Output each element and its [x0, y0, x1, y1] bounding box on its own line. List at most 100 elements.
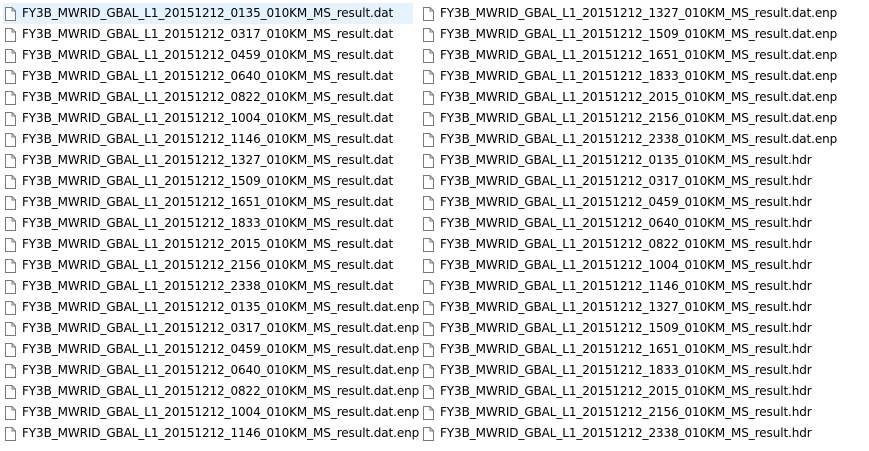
- file-name: FY3B_MWRID_GBAL_L1_20151212_1004_010KM_M…: [440, 258, 812, 272]
- file-item[interactable]: FY3B_MWRID_GBAL_L1_20151212_1833_010KM_M…: [421, 360, 821, 381]
- file-item[interactable]: FY3B_MWRID_GBAL_L1_20151212_1004_010KM_M…: [3, 402, 419, 423]
- generic-file-icon: [423, 384, 434, 399]
- file-list-view[interactable]: FY3B_MWRID_GBAL_L1_20151212_0135_010KM_M…: [0, 0, 869, 451]
- file-name: FY3B_MWRID_GBAL_L1_20151212_2156_010KM_M…: [440, 111, 838, 125]
- file-item[interactable]: FY3B_MWRID_GBAL_L1_20151212_0317_010KM_M…: [3, 24, 413, 45]
- file-item[interactable]: FY3B_MWRID_GBAL_L1_20151212_1509_010KM_M…: [421, 318, 821, 339]
- file-item[interactable]: FY3B_MWRID_GBAL_L1_20151212_1004_010KM_M…: [3, 108, 413, 129]
- file-item[interactable]: FY3B_MWRID_GBAL_L1_20151212_1651_010KM_M…: [421, 45, 837, 66]
- file-item[interactable]: FY3B_MWRID_GBAL_L1_20151212_2015_010KM_M…: [3, 234, 413, 255]
- file-name: FY3B_MWRID_GBAL_L1_20151212_1004_010KM_M…: [22, 111, 394, 125]
- file-name: FY3B_MWRID_GBAL_L1_20151212_1651_010KM_M…: [440, 48, 838, 62]
- file-name: FY3B_MWRID_GBAL_L1_20151212_0459_010KM_M…: [22, 48, 394, 62]
- generic-file-icon: [423, 174, 434, 189]
- file-item[interactable]: FY3B_MWRID_GBAL_L1_20151212_1146_010KM_M…: [421, 276, 821, 297]
- file-item[interactable]: FY3B_MWRID_GBAL_L1_20151212_0135_010KM_M…: [421, 150, 821, 171]
- file-name: FY3B_MWRID_GBAL_L1_20151212_1509_010KM_M…: [440, 321, 812, 335]
- file-name: FY3B_MWRID_GBAL_L1_20151212_0822_010KM_M…: [22, 90, 394, 104]
- file-item[interactable]: FY3B_MWRID_GBAL_L1_20151212_1509_010KM_M…: [3, 171, 413, 192]
- generic-file-icon: [423, 48, 434, 63]
- file-name: FY3B_MWRID_GBAL_L1_20151212_0459_010KM_M…: [440, 195, 812, 209]
- file-item[interactable]: FY3B_MWRID_GBAL_L1_20151212_0640_010KM_M…: [3, 66, 413, 87]
- file-column-left: FY3B_MWRID_GBAL_L1_20151212_0135_010KM_M…: [3, 3, 419, 444]
- file-item[interactable]: FY3B_MWRID_GBAL_L1_20151212_1146_010KM_M…: [3, 423, 419, 444]
- generic-file-icon: [5, 363, 16, 378]
- generic-file-icon: [5, 48, 16, 63]
- file-item[interactable]: FY3B_MWRID_GBAL_L1_20151212_2015_010KM_M…: [421, 87, 837, 108]
- file-name: FY3B_MWRID_GBAL_L1_20151212_0822_010KM_M…: [440, 237, 812, 251]
- generic-file-icon: [5, 69, 16, 84]
- file-name: FY3B_MWRID_GBAL_L1_20151212_2015_010KM_M…: [440, 384, 812, 398]
- generic-file-icon: [423, 216, 434, 231]
- generic-file-icon: [5, 237, 16, 252]
- generic-file-icon: [5, 300, 16, 315]
- generic-file-icon: [423, 6, 434, 21]
- generic-file-icon: [5, 216, 16, 231]
- file-name: FY3B_MWRID_GBAL_L1_20151212_0640_010KM_M…: [22, 363, 420, 377]
- file-item[interactable]: FY3B_MWRID_GBAL_L1_20151212_0459_010KM_M…: [3, 45, 413, 66]
- generic-file-icon: [5, 174, 16, 189]
- file-item[interactable]: FY3B_MWRID_GBAL_L1_20151212_0822_010KM_M…: [421, 234, 821, 255]
- file-item[interactable]: FY3B_MWRID_GBAL_L1_20151212_0459_010KM_M…: [3, 339, 419, 360]
- file-item[interactable]: FY3B_MWRID_GBAL_L1_20151212_2156_010KM_M…: [3, 255, 413, 276]
- file-item[interactable]: FY3B_MWRID_GBAL_L1_20151212_0317_010KM_M…: [3, 318, 419, 339]
- generic-file-icon: [423, 132, 434, 147]
- generic-file-icon: [5, 111, 16, 126]
- file-name: FY3B_MWRID_GBAL_L1_20151212_1651_010KM_M…: [440, 342, 812, 356]
- file-item[interactable]: FY3B_MWRID_GBAL_L1_20151212_1146_010KM_M…: [3, 129, 413, 150]
- file-name: FY3B_MWRID_GBAL_L1_20151212_2338_010KM_M…: [22, 279, 394, 293]
- generic-file-icon: [423, 90, 434, 105]
- file-item[interactable]: FY3B_MWRID_GBAL_L1_20151212_0317_010KM_M…: [421, 171, 821, 192]
- file-name: FY3B_MWRID_GBAL_L1_20151212_2015_010KM_M…: [440, 90, 838, 104]
- generic-file-icon: [423, 426, 434, 441]
- generic-file-icon: [423, 363, 434, 378]
- file-item[interactable]: FY3B_MWRID_GBAL_L1_20151212_1327_010KM_M…: [421, 297, 821, 318]
- generic-file-icon: [5, 132, 16, 147]
- generic-file-icon: [423, 69, 434, 84]
- generic-file-icon: [5, 426, 16, 441]
- file-item[interactable]: FY3B_MWRID_GBAL_L1_20151212_1327_010KM_M…: [3, 150, 413, 171]
- file-item[interactable]: FY3B_MWRID_GBAL_L1_20151212_0822_010KM_M…: [3, 381, 419, 402]
- file-item[interactable]: FY3B_MWRID_GBAL_L1_20151212_2338_010KM_M…: [421, 129, 837, 150]
- file-item[interactable]: FY3B_MWRID_GBAL_L1_20151212_0135_010KM_M…: [3, 297, 419, 318]
- file-name: FY3B_MWRID_GBAL_L1_20151212_1146_010KM_M…: [22, 426, 420, 440]
- file-item[interactable]: FY3B_MWRID_GBAL_L1_20151212_2015_010KM_M…: [421, 381, 821, 402]
- file-name: FY3B_MWRID_GBAL_L1_20151212_2338_010KM_M…: [440, 426, 812, 440]
- generic-file-icon: [423, 342, 434, 357]
- file-item[interactable]: FY3B_MWRID_GBAL_L1_20151212_2156_010KM_M…: [421, 108, 837, 129]
- generic-file-icon: [5, 27, 16, 42]
- file-item[interactable]: FY3B_MWRID_GBAL_L1_20151212_0640_010KM_M…: [421, 213, 821, 234]
- file-item[interactable]: FY3B_MWRID_GBAL_L1_20151212_1651_010KM_M…: [3, 192, 413, 213]
- generic-file-icon: [423, 321, 434, 336]
- generic-file-icon: [5, 258, 16, 273]
- file-name: FY3B_MWRID_GBAL_L1_20151212_1651_010KM_M…: [22, 195, 394, 209]
- file-name: FY3B_MWRID_GBAL_L1_20151212_0135_010KM_M…: [440, 153, 812, 167]
- file-item[interactable]: FY3B_MWRID_GBAL_L1_20151212_1833_010KM_M…: [421, 66, 837, 87]
- file-item[interactable]: FY3B_MWRID_GBAL_L1_20151212_1509_010KM_M…: [421, 24, 837, 45]
- generic-file-icon: [423, 300, 434, 315]
- file-item[interactable]: FY3B_MWRID_GBAL_L1_20151212_2338_010KM_M…: [421, 423, 821, 444]
- file-item[interactable]: FY3B_MWRID_GBAL_L1_20151212_2156_010KM_M…: [421, 402, 821, 423]
- file-item-selected[interactable]: FY3B_MWRID_GBAL_L1_20151212_0135_010KM_M…: [3, 3, 413, 24]
- file-name: FY3B_MWRID_GBAL_L1_20151212_1327_010KM_M…: [22, 153, 394, 167]
- file-name: FY3B_MWRID_GBAL_L1_20151212_0135_010KM_M…: [22, 300, 420, 314]
- file-item[interactable]: FY3B_MWRID_GBAL_L1_20151212_1004_010KM_M…: [421, 255, 821, 276]
- generic-file-icon: [5, 153, 16, 168]
- file-name: FY3B_MWRID_GBAL_L1_20151212_0135_010KM_M…: [22, 6, 394, 20]
- file-name: FY3B_MWRID_GBAL_L1_20151212_2338_010KM_M…: [440, 132, 838, 146]
- generic-file-icon: [423, 237, 434, 252]
- file-item[interactable]: FY3B_MWRID_GBAL_L1_20151212_2338_010KM_M…: [3, 276, 413, 297]
- file-item[interactable]: FY3B_MWRID_GBAL_L1_20151212_0640_010KM_M…: [3, 360, 419, 381]
- file-item[interactable]: FY3B_MWRID_GBAL_L1_20151212_0459_010KM_M…: [421, 192, 821, 213]
- file-name: FY3B_MWRID_GBAL_L1_20151212_0640_010KM_M…: [440, 216, 812, 230]
- file-item[interactable]: FY3B_MWRID_GBAL_L1_20151212_0822_010KM_M…: [3, 87, 413, 108]
- file-name: FY3B_MWRID_GBAL_L1_20151212_2156_010KM_M…: [440, 405, 812, 419]
- generic-file-icon: [5, 279, 16, 294]
- file-item[interactable]: FY3B_MWRID_GBAL_L1_20151212_1833_010KM_M…: [3, 213, 413, 234]
- generic-file-icon: [5, 405, 16, 420]
- file-item[interactable]: FY3B_MWRID_GBAL_L1_20151212_1327_010KM_M…: [421, 3, 837, 24]
- file-name: FY3B_MWRID_GBAL_L1_20151212_0822_010KM_M…: [22, 384, 420, 398]
- generic-file-icon: [423, 27, 434, 42]
- file-item[interactable]: FY3B_MWRID_GBAL_L1_20151212_1651_010KM_M…: [421, 339, 821, 360]
- generic-file-icon: [5, 6, 16, 21]
